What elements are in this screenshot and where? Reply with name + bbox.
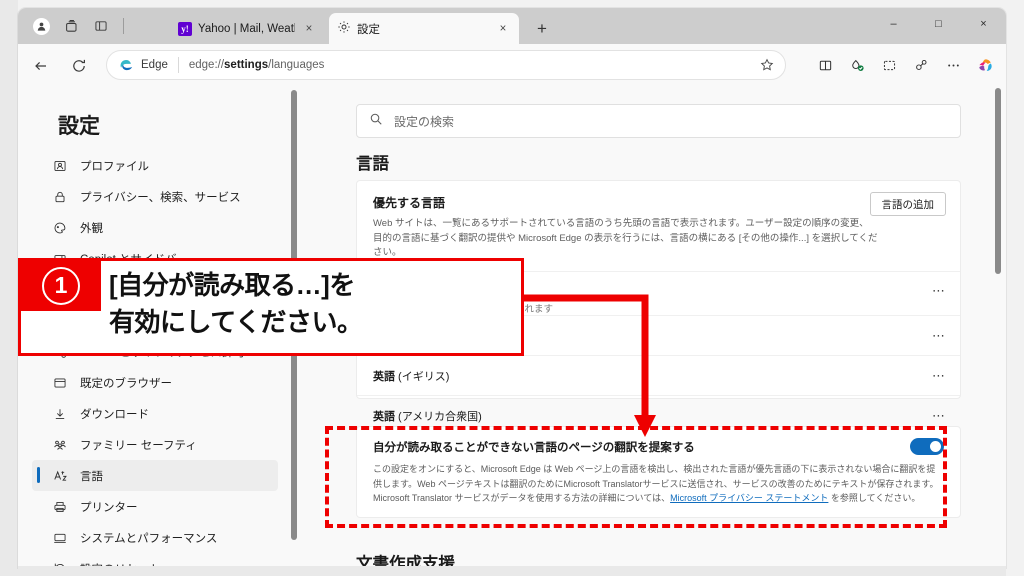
sidebar-nav-list: プロファイル プライバシー、検索、サービス 外観 既定のブラウザー ダウンロード… <box>32 150 289 568</box>
language-region: (アメリカ合衆国) <box>395 410 482 423</box>
minimize-button[interactable]: – <box>871 8 916 40</box>
translate-setting-highlight-box <box>325 426 947 528</box>
browser-essentials-icon[interactable] <box>906 50 936 80</box>
lock-icon <box>52 189 68 205</box>
sidebar-item-label: プロファイル <box>80 160 149 173</box>
sidebar-item-label: プライバシー、検索、サービス <box>80 191 241 204</box>
page-title: 設定 <box>58 115 100 138</box>
reload-button[interactable] <box>64 51 94 81</box>
window-bottom-edge <box>18 566 1006 576</box>
address-bar[interactable]: Edge edge://settings/languages <box>106 50 786 80</box>
url-suffix: /languages <box>268 59 325 71</box>
screenshot-root: y! Yahoo | Mail, Weather, Search, Pol × … <box>0 0 1024 576</box>
desktop-background <box>0 0 18 576</box>
language-more-options-icon[interactable]: ⋯ <box>932 328 946 344</box>
screenshot-icon[interactable] <box>874 50 904 80</box>
gear-icon <box>337 20 351 37</box>
preferred-languages-description: Web サイトは、一覧にあるサポートされている言語のうち先頭の言語で表示されます… <box>373 218 878 259</box>
address-brand-label: Edge <box>141 59 168 71</box>
tab-close-button[interactable]: × <box>495 21 511 37</box>
annotation-line-1: [自分が読み取る…]を <box>109 270 355 300</box>
family-icon <box>52 437 68 453</box>
add-language-button[interactable]: 言語の追加 <box>869 192 946 216</box>
search-input[interactable]: 設定の検索 <box>356 104 961 138</box>
default-browser-icon <box>52 375 68 391</box>
annotation-callout: 1 [自分が読み取る…]を 有効にしてください。 <box>18 258 524 356</box>
sidebar-item-label: 既定のブラウザー <box>80 377 172 390</box>
content-scrollbar-thumb[interactable] <box>995 88 1001 274</box>
tab-yahoo[interactable]: y! Yahoo | Mail, Weather, Search, Pol × <box>170 13 325 44</box>
appearance-icon <box>52 220 68 236</box>
profile-button[interactable] <box>28 14 54 38</box>
language-more-options-icon[interactable]: ⋯ <box>932 283 946 299</box>
language-more-options-icon[interactable]: ⋯ <box>932 368 946 384</box>
download-icon <box>52 406 68 422</box>
sidebar-item-label: システムとパフォーマンス <box>80 532 218 545</box>
sidebar-item-profiles[interactable]: プロファイル <box>32 150 278 181</box>
sidebar-item-languages[interactable]: 言語 <box>32 460 278 491</box>
sidebar-item-default-browser[interactable]: 既定のブラウザー <box>32 367 278 398</box>
address-url: edge://settings/languages <box>189 59 325 71</box>
language-name: 英語 (イギリス) <box>373 370 450 383</box>
annotation-line-2: 有効にしてください。 <box>109 306 363 337</box>
sidebar-item-downloads[interactable]: ダウンロード <box>32 398 278 429</box>
content-scrollbar[interactable] <box>995 88 1001 568</box>
sidebar-item-printers[interactable]: プリンター <box>32 491 278 522</box>
navigation-bar: Edge edge://settings/languages <box>18 44 1006 88</box>
titlebar-divider <box>123 18 124 34</box>
split-screen-icon[interactable] <box>810 50 840 80</box>
tab-settings[interactable]: 設定 × <box>329 13 519 44</box>
printer-icon <box>52 499 68 515</box>
search-icon <box>369 112 383 131</box>
back-button[interactable] <box>26 51 56 81</box>
new-tab-button[interactable]: + <box>530 17 554 41</box>
close-window-button[interactable]: × <box>961 8 1006 40</box>
workspaces-icon[interactable] <box>58 14 84 38</box>
yahoo-icon: y! <box>178 21 192 36</box>
avatar-icon <box>32 17 50 35</box>
url-prefix: edge:// <box>188 59 225 71</box>
maximize-button[interactable]: □ <box>916 8 961 40</box>
toolbar-actions <box>810 50 1000 80</box>
annotation-step-badge: 1 <box>21 261 101 311</box>
star-icon[interactable] <box>755 53 779 77</box>
sidebar-item-label: 外観 <box>80 222 103 235</box>
annotation-text: [自分が読み取る…]を 有効にしてください。 <box>109 267 521 341</box>
system-icon <box>52 530 68 546</box>
url-bold-segment: settings <box>224 59 269 71</box>
search-placeholder: 設定の検索 <box>394 114 455 129</box>
sidebar-item-label: ファミリー セーフティ <box>80 439 197 452</box>
profile-icon <box>52 158 68 174</box>
language-name: 英語 (アメリカ合衆国) <box>373 410 482 423</box>
section-title-languages: 言語 <box>356 155 389 173</box>
language-region: (イギリス) <box>395 370 450 383</box>
sidebar-item-label: プリンター <box>80 501 138 514</box>
preferred-languages-heading: 優先する言語 <box>373 196 446 210</box>
sidebar-item-label: 言語 <box>80 470 103 483</box>
window-controls: – □ × <box>871 8 1006 40</box>
tab-label: 設定 <box>357 23 380 36</box>
sidebar-item-privacy[interactable]: プライバシー、検索、サービス <box>32 181 278 212</box>
language-row-english-uk[interactable]: 英語 (イギリス) ⋯ <box>357 355 960 395</box>
sidebar-item-label: ダウンロード <box>80 408 149 421</box>
more-options-icon[interactable] <box>938 50 968 80</box>
tab-close-button[interactable]: × <box>301 21 317 37</box>
titlebar-left-icons <box>28 14 129 38</box>
sidebar-item-appearance[interactable]: 外観 <box>32 212 278 243</box>
language-more-options-icon[interactable]: ⋯ <box>932 408 946 424</box>
sidebar-item-family-safety[interactable]: ファミリー セーフティ <box>32 429 278 460</box>
language-icon <box>52 468 68 484</box>
copilot-icon[interactable] <box>970 50 1000 80</box>
sidebar-item-system-performance[interactable]: システムとパフォーマンス <box>32 522 278 553</box>
tab-actions-icon[interactable] <box>88 14 114 38</box>
title-bar: y! Yahoo | Mail, Weather, Search, Pol × … <box>18 8 1006 44</box>
address-divider <box>177 57 179 73</box>
edge-logo-icon <box>119 58 134 73</box>
annotation-step-number: 1 <box>42 267 80 305</box>
collections-icon[interactable] <box>842 50 872 80</box>
tab-label: Yahoo | Mail, Weather, Search, Pol <box>198 22 295 35</box>
